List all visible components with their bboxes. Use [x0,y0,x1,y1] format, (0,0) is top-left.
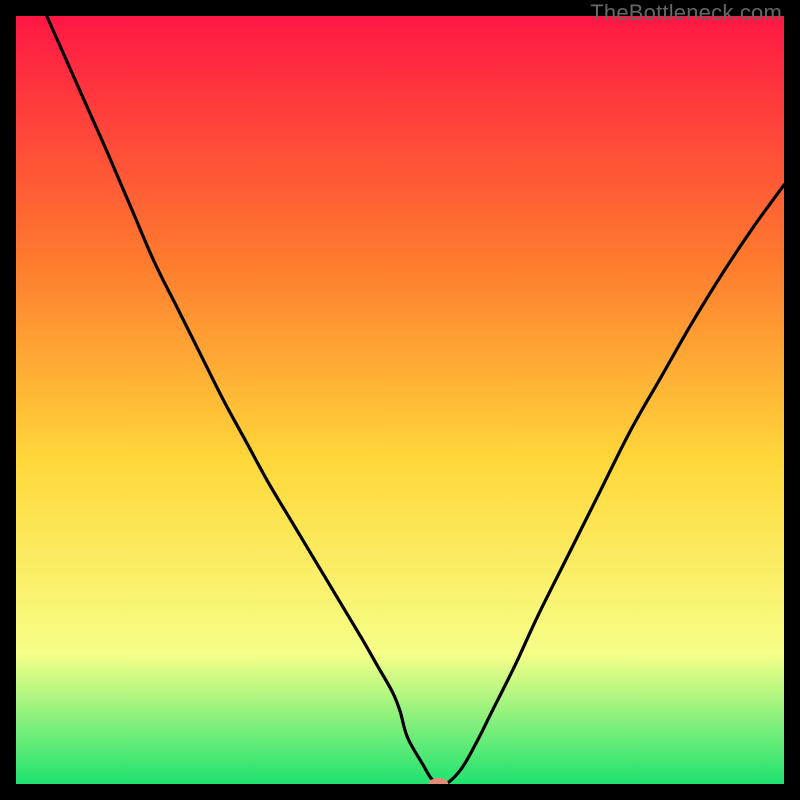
gradient-background [16,16,784,784]
bottleneck-chart-svg [16,16,784,784]
chart-container: { "watermark": "TheBottleneck.com", "cha… [0,0,800,800]
plot-area [16,16,784,784]
watermark-label: TheBottleneck.com [590,0,782,26]
